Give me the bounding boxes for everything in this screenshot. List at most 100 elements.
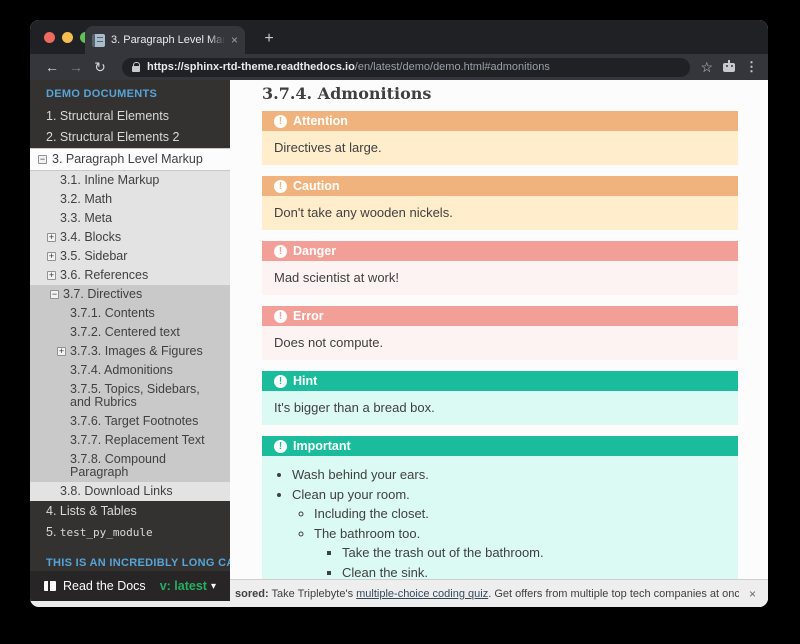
- sidebar-item-meta[interactable]: 3.3. Meta: [30, 209, 230, 228]
- sidebar-item-number: 5.: [46, 525, 60, 539]
- admonition-hint: ! Hint It's bigger than a bread box.: [262, 371, 738, 425]
- forward-icon[interactable]: →: [64, 55, 88, 79]
- browser-window: 3. Paragraph Level Markup — R × + ← → ↻ …: [30, 20, 768, 607]
- sidebar-item-centered-text[interactable]: 3.7.2. Centered text: [30, 323, 230, 342]
- sidebar-item-label: 3.6. References: [60, 268, 148, 282]
- sidebar-item-label: 3.2. Math: [60, 192, 112, 206]
- back-icon[interactable]: ←: [40, 55, 64, 79]
- collapse-icon[interactable]: −: [50, 290, 59, 299]
- toolbar-right-icons: ☆ ⋮: [700, 59, 758, 76]
- sidebar-item-label: 3.7. Directives: [63, 287, 142, 301]
- sidebar-item-label: 3.5. Sidebar: [60, 249, 127, 263]
- admonition-body: Does not compute.: [262, 326, 738, 360]
- sidebar-item-sidebar[interactable]: + 3.5. Sidebar: [30, 247, 230, 266]
- list-item: Take the trash out of the bathroom.: [342, 545, 726, 562]
- sidebar-item-label: 3.7.8. Compound Paragraph: [70, 452, 166, 479]
- menu-dots-icon[interactable]: ⋮: [745, 59, 758, 75]
- version-label: v: latest: [160, 579, 207, 593]
- document-area: 3.7.4. Admonitions !Attention Directives…: [230, 80, 768, 607]
- sidebar-item-replacement-text[interactable]: 3.7.7. Replacement Text: [30, 431, 230, 450]
- sidebar-item-target-footnotes[interactable]: 3.7.6. Target Footnotes: [30, 412, 230, 431]
- sidebar-item-label: 3.1. Inline Markup: [60, 173, 159, 187]
- list-item-text: The bathroom too.: [314, 526, 420, 541]
- ad-text: sored: Take Triplebyte's multiple-choice…: [235, 588, 739, 600]
- caret-down-icon: ▾: [211, 581, 216, 592]
- automation-robot-icon[interactable]: [723, 63, 735, 72]
- expand-icon[interactable]: +: [47, 271, 56, 280]
- page-title: 3.7.4. Admonitions: [262, 84, 738, 103]
- readthedocs-favicon-icon: [92, 34, 105, 47]
- url-text: https://sphinx-rtd-theme.readthedocs.io/…: [147, 61, 550, 73]
- ad-close-icon[interactable]: ×: [749, 587, 756, 601]
- admonition-title: Hint: [293, 373, 317, 389]
- tab-close-icon[interactable]: ×: [231, 34, 238, 46]
- reload-icon[interactable]: ↻: [88, 55, 112, 79]
- brand-label: Read the Docs: [63, 579, 146, 593]
- admonition-title: Error: [293, 308, 324, 324]
- sidebar-item-label: 3.8. Download Links: [60, 484, 173, 498]
- ad-link[interactable]: multiple-choice coding quiz: [356, 588, 488, 600]
- active-tab[interactable]: 3. Paragraph Level Markup — R ×: [85, 26, 245, 54]
- version-selector[interactable]: v: latest ▾: [160, 579, 216, 593]
- sidebar-item-label: 3.4. Blocks: [60, 230, 121, 244]
- sidebar-item-blocks[interactable]: + 3.4. Blocks: [30, 228, 230, 247]
- admonition-title: Caution: [293, 178, 340, 194]
- sidebar-item-inline-markup[interactable]: 3.1. Inline Markup: [30, 171, 230, 190]
- admonition-caution: ! Caution Don't take any wooden nickels.: [262, 176, 738, 230]
- admonition-title: Attention: [293, 113, 348, 129]
- list-item: Clean up your room. Including the closet…: [292, 487, 726, 582]
- sidebar-item-label: 3.3. Meta: [60, 211, 112, 225]
- sidebar-item-directives[interactable]: − 3.7. Directives: [30, 285, 230, 304]
- close-window-button[interactable]: [44, 32, 55, 43]
- exclamation-circle-icon: !: [274, 310, 287, 323]
- sidebar-current-section: − 3. Paragraph Level Markup 3.1. Inline …: [30, 148, 230, 501]
- exclamation-circle-icon: !: [274, 115, 287, 128]
- sidebar-item-structural-elements-2[interactable]: 2. Structural Elements 2: [30, 127, 230, 148]
- url-domain: https://sphinx-rtd-theme.readthedocs.io: [147, 61, 355, 73]
- admonition-title: Danger: [293, 243, 336, 259]
- sidebar-item-paragraph-level-markup[interactable]: − 3. Paragraph Level Markup: [30, 148, 230, 171]
- sidebar-item-lists-tables[interactable]: 4. Lists & Tables: [30, 501, 230, 522]
- url-path: /en/latest/demo/demo.html#admonitions: [355, 61, 550, 73]
- admonition-body: Don't take any wooden nickels.: [262, 196, 738, 230]
- sidebar-item-references[interactable]: + 3.6. References: [30, 266, 230, 285]
- sidebar-item-label: 3.7.2. Centered text: [70, 325, 180, 339]
- admonition-attention: !Attention Directives at large.: [262, 111, 738, 165]
- sidebar-item-contents[interactable]: 3.7.1. Contents: [30, 304, 230, 323]
- sidebar-item-topics-sidebars-rubrics[interactable]: 3.7.5. Topics, Sidebars, and Rubrics: [30, 380, 230, 412]
- expand-icon[interactable]: +: [47, 233, 56, 242]
- address-bar[interactable]: https://sphinx-rtd-theme.readthedocs.io/…: [122, 58, 690, 77]
- sidebar-nav: DEMO DOCUMENTS 1. Structural Elements 2.…: [30, 80, 230, 607]
- exclamation-circle-icon: !: [274, 440, 287, 453]
- sidebar-item-code-label: test_py_module: [60, 526, 153, 539]
- sidebar-item-label: 3.7.3. Images & Figures: [70, 344, 203, 358]
- exclamation-circle-icon: !: [274, 375, 287, 388]
- sidebar-item-label: 3.7.7. Replacement Text: [70, 433, 205, 447]
- list-item: Including the closet.: [314, 506, 726, 523]
- minimize-window-button[interactable]: [62, 32, 73, 43]
- sidebar-item-compound-paragraph[interactable]: 3.7.8. Compound Paragraph: [30, 450, 230, 482]
- sidebar-item-structural-elements[interactable]: 1. Structural Elements: [30, 106, 230, 127]
- sidebar-item-download-links[interactable]: 3.8. Download Links: [30, 482, 230, 501]
- sidebar-item-math[interactable]: 3.2. Math: [30, 190, 230, 209]
- new-tab-button[interactable]: +: [258, 28, 280, 50]
- admonition-danger: !Danger Mad scientist at work!: [262, 241, 738, 295]
- collapse-icon[interactable]: −: [38, 155, 47, 164]
- admonition-body: It's bigger than a bread box.: [262, 391, 738, 425]
- tab-bar: 3. Paragraph Level Markup — R × +: [30, 20, 768, 54]
- readthedocs-footer: Read the Docs v: latest ▾: [30, 571, 230, 601]
- sidebar-item-label: 3.7.4. Admonitions: [70, 363, 173, 377]
- bookmark-star-icon[interactable]: ☆: [700, 59, 713, 76]
- expand-icon[interactable]: +: [47, 252, 56, 261]
- sidebar-item-admonitions[interactable]: 3.7.4. Admonitions: [30, 361, 230, 380]
- exclamation-circle-icon: !: [274, 245, 287, 258]
- list-item: The bathroom too. Take the trash out of …: [314, 526, 726, 582]
- lock-icon: [132, 66, 140, 72]
- sidebar-caption-demo-documents: DEMO DOCUMENTS: [30, 80, 230, 106]
- sidebar-item-images-figures[interactable]: + 3.7.3. Images & Figures: [30, 342, 230, 361]
- sidebar-item-test-py-module[interactable]: 5. test_py_module: [30, 522, 230, 543]
- expand-icon[interactable]: +: [57, 347, 66, 356]
- tab-title: 3. Paragraph Level Markup — R: [111, 34, 225, 46]
- readthedocs-brand: Read the Docs: [44, 579, 146, 593]
- exclamation-circle-icon: !: [274, 180, 287, 193]
